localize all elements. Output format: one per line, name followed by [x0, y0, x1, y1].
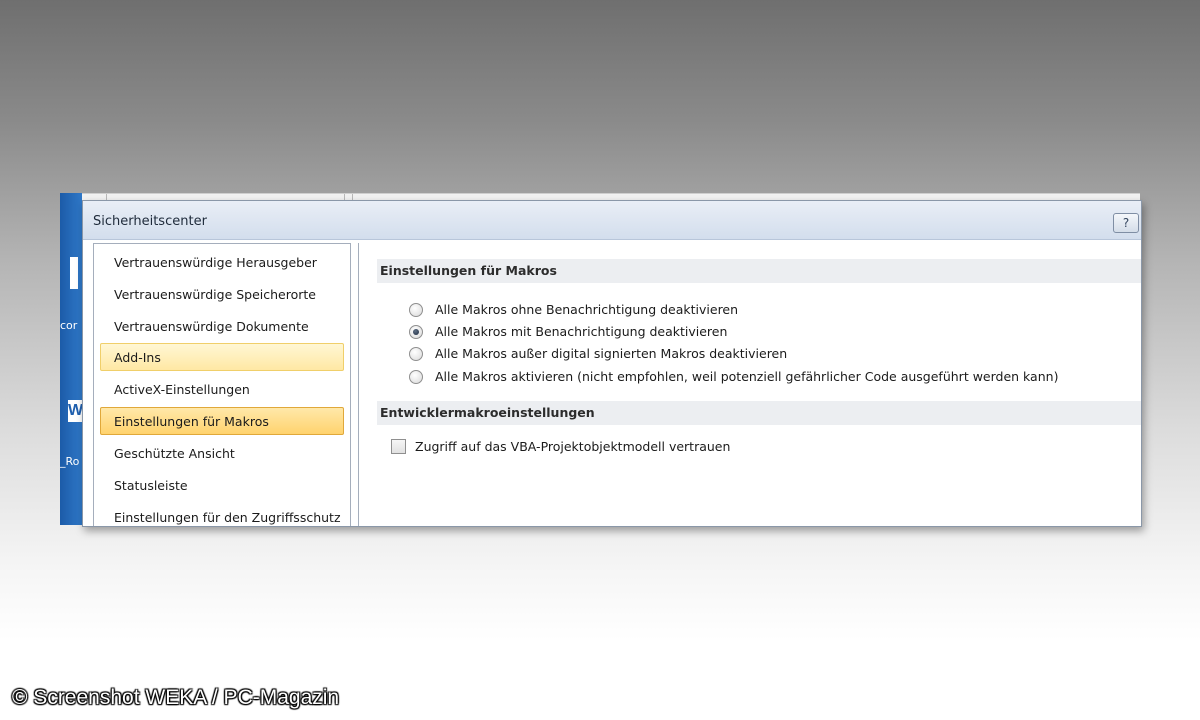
nav-item-privacy-options[interactable]: Einstellungen für den Zugriffsschutz: [100, 503, 344, 526]
background-app-window: cor W _Ro: [60, 193, 82, 525]
background-app-text-2: _Ro: [60, 455, 80, 468]
developer-macro-settings-heading: Entwicklermakroeinstellungen: [377, 401, 1141, 425]
nav-item-protected-view[interactable]: Geschützte Ansicht: [100, 439, 344, 467]
nav-item-activex-settings[interactable]: ActiveX-Einstellungen: [100, 375, 344, 403]
settings-pane: Einstellungen für Makros Alle Makros ohn…: [358, 243, 1141, 526]
macro-option-label: Alle Makros außer digital signierten Mak…: [435, 346, 788, 361]
trust-center-dialog: Sicherheitscenter ? Vertrauenswürdige He…: [82, 200, 1142, 527]
nav-item-trusted-publishers[interactable]: Vertrauenswürdige Herausgeber: [100, 248, 344, 276]
nav-item-add-ins[interactable]: Add-Ins: [100, 343, 344, 371]
macro-settings-heading: Einstellungen für Makros: [377, 259, 1141, 283]
nav-item-message-bar[interactable]: Statusleiste: [100, 471, 344, 499]
dialog-title: Sicherheitscenter: [93, 214, 207, 229]
background-app-glyph: [70, 257, 78, 289]
macro-option-label: Alle Makros mit Benachrichtigung deaktiv…: [435, 324, 728, 339]
radio-button[interactable]: [409, 303, 423, 317]
radio-button[interactable]: [409, 370, 423, 384]
radio-button-selected[interactable]: [409, 325, 423, 339]
nav-item-macro-settings[interactable]: Einstellungen für Makros: [100, 407, 344, 435]
macro-option-label: Alle Makros aktivieren (nicht empfohlen,…: [435, 369, 1059, 384]
background-app-text-1: cor: [60, 319, 78, 332]
vba-trust-checkbox[interactable]: [391, 439, 406, 454]
macro-option-label: Alle Makros ohne Benachrichtigung deakti…: [435, 302, 739, 317]
dialog-titlebar: Sicherheitscenter ?: [83, 201, 1141, 240]
nav-item-trusted-locations[interactable]: Vertrauenswürdige Speicherorte: [100, 280, 344, 308]
word-logo-icon: W: [68, 400, 82, 422]
trust-center-nav: Vertrauenswürdige Herausgeber Vertrauens…: [93, 243, 351, 526]
radio-button[interactable]: [409, 347, 423, 361]
help-button[interactable]: ?: [1113, 213, 1139, 233]
vba-trust-label[interactable]: Zugriff auf das VBA-Projektobjektmodell …: [415, 439, 730, 454]
nav-item-trusted-documents[interactable]: Vertrauenswürdige Dokumente: [100, 312, 344, 340]
copyright-watermark: © Screenshot WEKA / PC-Magazin: [12, 686, 340, 709]
